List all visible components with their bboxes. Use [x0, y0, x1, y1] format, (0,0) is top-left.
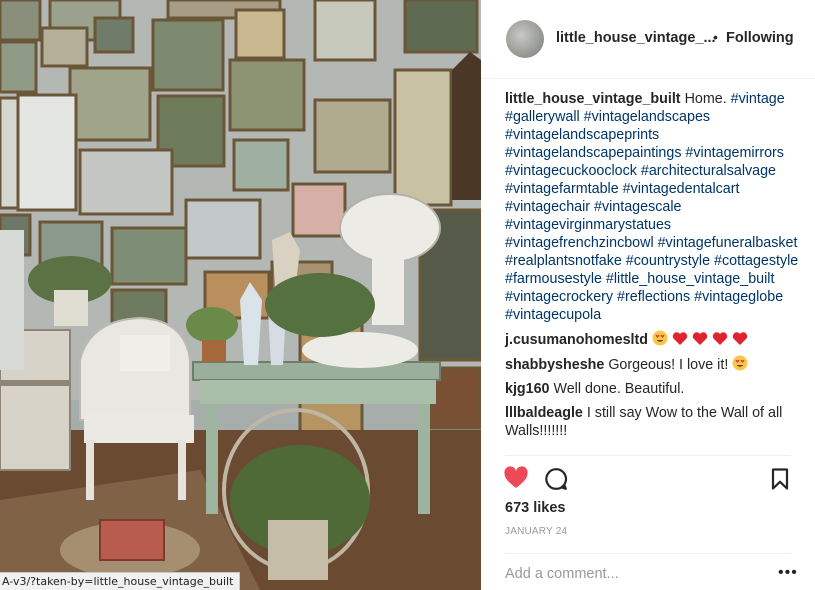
- heart-eyes-emoji-icon: [732, 355, 748, 371]
- comments-list: little_house_vintage_built Home. #vintag…: [505, 90, 801, 446]
- browser-status-url: A-v3/?taken-by=little_house_vintage_buil…: [0, 572, 241, 590]
- like-count[interactable]: 673 likes: [505, 500, 565, 516]
- emoji-group: [652, 330, 748, 348]
- caption-username[interactable]: little_house_vintage_built: [505, 91, 681, 107]
- heart-emoji-icon: [712, 332, 728, 345]
- gallery-wall-photo: [0, 0, 481, 590]
- post-photo[interactable]: A-v3/?taken-by=little_house_vintage_buil…: [0, 0, 481, 590]
- comment-item: shabbysheshe Gorgeous! I love it!: [505, 355, 801, 374]
- heart-emoji-icon: [692, 332, 708, 345]
- post-side-panel: little_house_vintage_... • Following lit…: [481, 0, 815, 590]
- comment-text: Well done. Beautiful.: [553, 381, 685, 397]
- divider: [505, 553, 791, 554]
- caption: little_house_vintage_built Home. #vintag…: [505, 90, 801, 324]
- speech-bubble-icon[interactable]: [544, 467, 568, 491]
- add-comment-input[interactable]: [503, 561, 757, 587]
- caption-hashtags[interactable]: #vintage #gallerywall #vintagelandscapes…: [505, 91, 798, 323]
- comment-item: kjg160 Well done. Beautiful.: [505, 380, 801, 398]
- heart-emoji-icon: [672, 332, 688, 345]
- caption-text: Home.: [684, 91, 727, 107]
- bookmark-icon[interactable]: [770, 468, 790, 490]
- comment-username[interactable]: j.cusumanohomesltd: [505, 332, 648, 348]
- divider: [505, 455, 791, 456]
- following-button[interactable]: Following: [726, 30, 794, 46]
- avatar[interactable]: [506, 20, 544, 58]
- post-header: little_house_vintage_... • Following: [481, 0, 815, 79]
- comment-text: Gorgeous! I love it!: [608, 357, 729, 373]
- heart-emoji-icon: [732, 332, 748, 345]
- heart-eyes-emoji-icon: [652, 330, 668, 346]
- comment-username[interactable]: lllbaldeagle: [505, 405, 583, 421]
- comment-item: j.cusumanohomesltd: [505, 330, 801, 349]
- author-username[interactable]: little_house_vintage_...: [556, 30, 716, 46]
- heart-filled-icon[interactable]: [503, 466, 529, 490]
- comment-username[interactable]: kjg160: [505, 381, 550, 397]
- comment-item: lllbaldeagle I still say Wow to the Wall…: [505, 404, 801, 440]
- comment-username[interactable]: shabbysheshe: [505, 357, 604, 373]
- post-date[interactable]: JANUARY 24: [505, 526, 567, 537]
- more-options-button[interactable]: •••: [778, 565, 798, 581]
- separator-dot: •: [713, 29, 718, 45]
